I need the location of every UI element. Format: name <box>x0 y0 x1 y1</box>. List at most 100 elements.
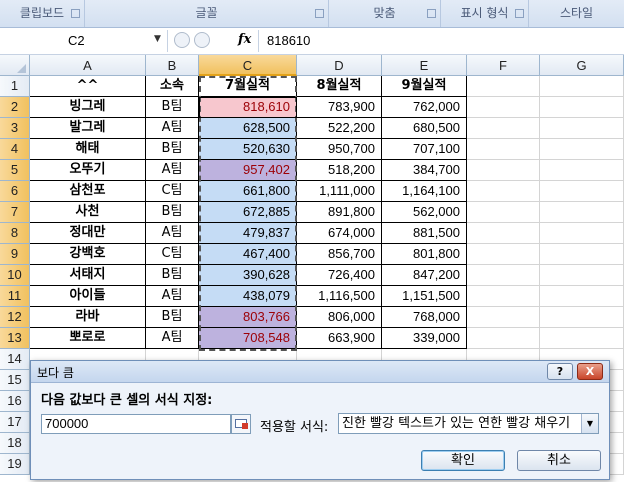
empty-cell[interactable] <box>540 139 624 160</box>
name-cell[interactable]: 해태 <box>30 139 146 160</box>
team-cell[interactable]: C팀 <box>146 244 199 265</box>
row-header-9[interactable]: 9 <box>0 244 30 265</box>
name-cell[interactable]: 강백호 <box>30 244 146 265</box>
team-cell[interactable]: B팀 <box>146 265 199 286</box>
name-cell[interactable]: 오뚜기 <box>30 160 146 181</box>
cancel-button[interactable]: 취소 <box>517 450 601 471</box>
row-header-3[interactable]: 3 <box>0 118 30 139</box>
empty-cell[interactable] <box>540 307 624 328</box>
row-header-19[interactable]: 19 <box>0 454 30 475</box>
empty-cell[interactable] <box>467 139 540 160</box>
july-cell[interactable]: 467,400 <box>199 244 297 265</box>
dialog-launcher-icon[interactable] <box>315 9 324 18</box>
select-all-button[interactable] <box>0 55 30 76</box>
row-header-5[interactable]: 5 <box>0 160 30 181</box>
empty-cell[interactable] <box>540 181 624 202</box>
row-header-15[interactable]: 15 <box>0 370 30 391</box>
september-cell[interactable]: 801,800 <box>382 244 467 265</box>
table-header-cell[interactable]: ^^ <box>30 76 146 97</box>
september-cell[interactable]: 881,500 <box>382 223 467 244</box>
empty-cell[interactable] <box>540 328 624 349</box>
row-header-10[interactable]: 10 <box>0 265 30 286</box>
empty-cell[interactable] <box>540 97 624 118</box>
team-cell[interactable]: B팀 <box>146 307 199 328</box>
empty-cell[interactable] <box>540 160 624 181</box>
formula-input[interactable]: 818610 <box>258 30 624 52</box>
empty-cell[interactable] <box>540 223 624 244</box>
ok-button[interactable]: 확인 <box>421 450 505 471</box>
row-header-12[interactable]: 12 <box>0 307 30 328</box>
column-header-b[interactable]: B <box>146 55 199 76</box>
formula-enter-button[interactable] <box>194 32 210 48</box>
team-cell[interactable]: A팀 <box>146 160 199 181</box>
name-cell[interactable]: 서태지 <box>30 265 146 286</box>
september-cell[interactable]: 762,000 <box>382 97 467 118</box>
team-cell[interactable]: C팀 <box>146 181 199 202</box>
august-cell[interactable]: 663,900 <box>297 328 382 349</box>
august-cell[interactable]: 783,900 <box>297 97 382 118</box>
august-cell[interactable]: 726,400 <box>297 265 382 286</box>
july-cell[interactable]: 672,885 <box>199 202 297 223</box>
help-button[interactable]: ? <box>547 363 573 380</box>
august-cell[interactable]: 891,800 <box>297 202 382 223</box>
column-header-f[interactable]: F <box>467 55 540 76</box>
format-select[interactable]: 진한 빨강 텍스트가 있는 연한 빨강 채우기 ▼ <box>338 413 599 434</box>
september-cell[interactable]: 384,700 <box>382 160 467 181</box>
table-header-cell[interactable]: 9월실적 <box>382 76 467 97</box>
row-header-2[interactable]: 2 <box>0 97 30 118</box>
row-header-14[interactable]: 14 <box>0 349 30 370</box>
team-cell[interactable]: B팀 <box>146 97 199 118</box>
dialog-title-bar[interactable]: 보다 큼 ? X <box>31 361 609 383</box>
july-cell[interactable]: 628,500 <box>199 118 297 139</box>
column-header-c[interactable]: C <box>199 55 297 76</box>
empty-cell[interactable] <box>540 244 624 265</box>
team-cell[interactable]: B팀 <box>146 139 199 160</box>
august-cell[interactable]: 518,200 <box>297 160 382 181</box>
table-header-cell[interactable]: 소속 <box>146 76 199 97</box>
august-cell[interactable]: 806,000 <box>297 307 382 328</box>
name-cell[interactable]: 아이들 <box>30 286 146 307</box>
empty-cell[interactable] <box>467 244 540 265</box>
threshold-value-input[interactable]: 700000 <box>41 414 231 434</box>
august-cell[interactable]: 674,000 <box>297 223 382 244</box>
chevron-down-icon[interactable]: ▼ <box>154 34 161 44</box>
july-cell[interactable]: 520,630 <box>199 139 297 160</box>
august-cell[interactable]: 1,116,500 <box>297 286 382 307</box>
empty-cell[interactable] <box>467 118 540 139</box>
september-cell[interactable]: 1,151,500 <box>382 286 467 307</box>
dialog-launcher-icon[interactable] <box>71 9 80 18</box>
september-cell[interactable]: 768,000 <box>382 307 467 328</box>
empty-cell[interactable] <box>467 265 540 286</box>
formula-cancel-button[interactable] <box>174 32 190 48</box>
september-cell[interactable]: 680,500 <box>382 118 467 139</box>
team-cell[interactable]: A팀 <box>146 328 199 349</box>
row-header-16[interactable]: 16 <box>0 391 30 412</box>
name-cell[interactable]: 빙그레 <box>30 97 146 118</box>
column-header-e[interactable]: E <box>382 55 467 76</box>
row-header-7[interactable]: 7 <box>0 202 30 223</box>
empty-cell[interactable] <box>540 265 624 286</box>
team-cell[interactable]: B팀 <box>146 202 199 223</box>
column-header-a[interactable]: A <box>30 55 146 76</box>
august-cell[interactable]: 1,111,000 <box>297 181 382 202</box>
empty-cell[interactable] <box>467 307 540 328</box>
empty-cell[interactable] <box>467 181 540 202</box>
empty-cell[interactable] <box>467 202 540 223</box>
july-cell[interactable]: 390,628 <box>199 265 297 286</box>
empty-cell[interactable] <box>467 223 540 244</box>
september-cell[interactable]: 707,100 <box>382 139 467 160</box>
empty-cell[interactable] <box>467 286 540 307</box>
name-cell[interactable]: 발그레 <box>30 118 146 139</box>
july-cell[interactable]: 803,766 <box>199 307 297 328</box>
table-header-cell[interactable]: 8월실적 <box>297 76 382 97</box>
july-cell[interactable]: 438,079 <box>199 286 297 307</box>
july-cell[interactable]: 818,610 <box>199 97 297 118</box>
august-cell[interactable]: 950,700 <box>297 139 382 160</box>
name-cell[interactable]: 사천 <box>30 202 146 223</box>
team-cell[interactable]: A팀 <box>146 286 199 307</box>
empty-cell[interactable] <box>540 118 624 139</box>
dialog-launcher-icon[interactable] <box>515 9 524 18</box>
empty-cell[interactable] <box>467 160 540 181</box>
empty-cell[interactable] <box>540 76 624 97</box>
empty-cell[interactable] <box>540 286 624 307</box>
